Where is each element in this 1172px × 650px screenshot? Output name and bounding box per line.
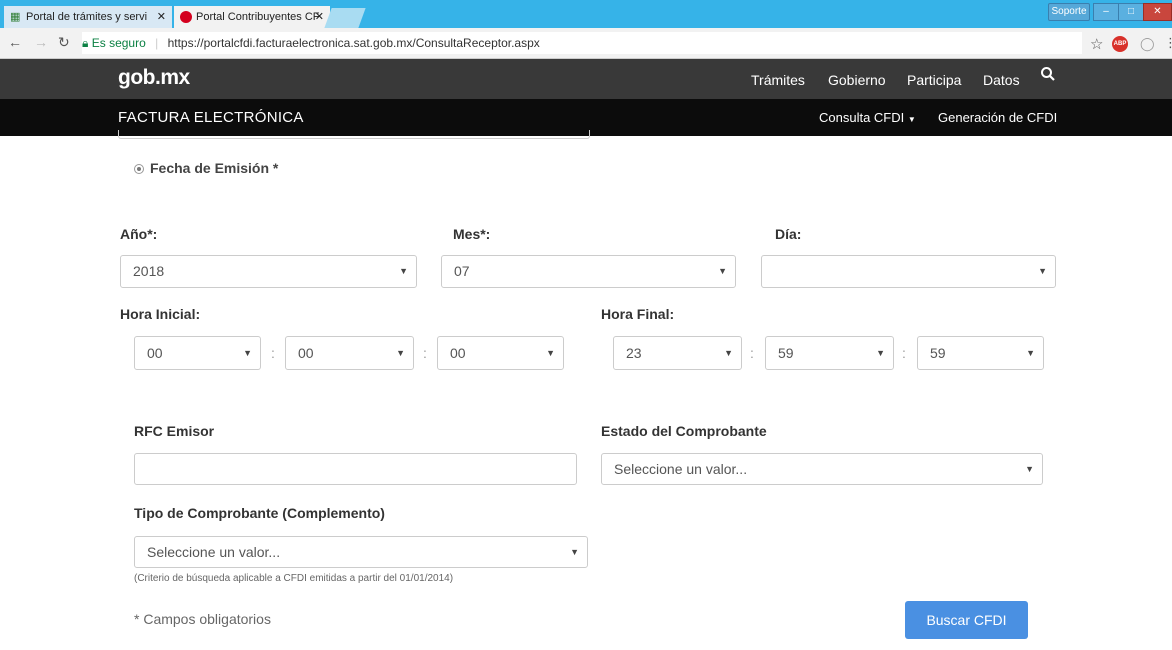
tab-title: Portal de trámites y servi bbox=[26, 11, 148, 23]
menu-icon[interactable]: ⋮ bbox=[1164, 35, 1172, 51]
dropdown-caret-icon: ▼ bbox=[1025, 464, 1034, 474]
hora-final-hh-select[interactable]: 23 ▼ bbox=[613, 336, 742, 370]
nav-tramites[interactable]: Trámites bbox=[751, 72, 805, 88]
nav-consulta-label: Consulta CFDI bbox=[819, 110, 905, 125]
hora-inicial-ss-select[interactable]: 00 ▼ bbox=[437, 336, 564, 370]
hora-inicial-hh-select[interactable]: 00 ▼ bbox=[134, 336, 261, 370]
caret-down-icon: ▼ bbox=[907, 115, 916, 124]
tab-favicon-icon: ▦ bbox=[10, 11, 21, 23]
minimize-button[interactable]: – bbox=[1093, 3, 1119, 21]
time-separator: : bbox=[902, 345, 906, 361]
dropdown-caret-icon: ▼ bbox=[718, 266, 727, 276]
lock-icon: 🔒︎ bbox=[82, 36, 89, 50]
tipo-comprobante-select[interactable]: Seleccione un valor... ▼ bbox=[134, 536, 588, 568]
previous-field-edge bbox=[118, 130, 590, 139]
mes-label: Mes*: bbox=[453, 226, 491, 242]
tab-close-icon[interactable]: ✕ bbox=[157, 6, 166, 28]
required-fields-note: * Campos obligatorios bbox=[134, 611, 271, 627]
dropdown-caret-icon: ▼ bbox=[243, 348, 252, 358]
anio-label: Año*: bbox=[120, 226, 158, 242]
dropdown-caret-icon: ▼ bbox=[546, 348, 555, 358]
fecha-emision-label: Fecha de Emisión * bbox=[150, 160, 279, 176]
hora-final-mm-select[interactable]: 59 ▼ bbox=[765, 336, 894, 370]
soporte-button[interactable]: Soporte bbox=[1048, 3, 1090, 21]
bookmark-star-icon[interactable]: ☆ bbox=[1090, 35, 1103, 53]
hora-inicial-mm-value: 00 bbox=[298, 345, 314, 361]
tab-favicon-icon bbox=[180, 11, 192, 23]
dia-select[interactable]: ▼ bbox=[761, 255, 1056, 288]
tab-title: Portal Contribuyentes CF bbox=[196, 11, 320, 23]
gob-logo[interactable]: gob.mx bbox=[118, 66, 190, 90]
hora-inicial-mm-select[interactable]: 00 ▼ bbox=[285, 336, 414, 370]
tipo-select-value: Seleccione un valor... bbox=[147, 544, 281, 560]
dropdown-caret-icon: ▼ bbox=[1026, 348, 1035, 358]
nav-datos[interactable]: Datos bbox=[983, 72, 1020, 88]
url-field[interactable]: 🔒︎ Es seguro | https://portalcfdi.factur… bbox=[82, 32, 1082, 54]
hora-final-mm-value: 59 bbox=[778, 345, 794, 361]
nav-gobierno[interactable]: Gobierno bbox=[828, 72, 886, 88]
dropdown-caret-icon: ▼ bbox=[396, 348, 405, 358]
search-icon[interactable] bbox=[1040, 66, 1056, 87]
secure-label: Es seguro bbox=[91, 36, 146, 50]
maximize-button[interactable]: □ bbox=[1118, 3, 1144, 21]
mes-select-value: 07 bbox=[454, 263, 470, 279]
nav-generacion-cfdi[interactable]: Generación de CFDI bbox=[938, 110, 1057, 125]
hora-final-ss-value: 59 bbox=[930, 345, 946, 361]
anio-select[interactable]: 2018 ▼ bbox=[120, 255, 417, 288]
dropdown-caret-icon: ▼ bbox=[399, 266, 408, 276]
estado-comprobante-select[interactable]: Seleccione un valor... ▼ bbox=[601, 453, 1043, 485]
nav-participa[interactable]: Participa bbox=[907, 72, 961, 88]
dropdown-caret-icon: ▼ bbox=[876, 348, 885, 358]
dropdown-caret-icon: ▼ bbox=[570, 547, 579, 557]
time-separator: : bbox=[271, 345, 275, 361]
new-tab-button[interactable] bbox=[324, 8, 366, 28]
adblock-icon[interactable]: ABP bbox=[1112, 36, 1128, 52]
url-text: https://portalcfdi.facturaelectronica.sa… bbox=[167, 36, 540, 50]
forward-icon[interactable]: → bbox=[34, 34, 48, 50]
browser-tab-tramites[interactable]: ▦ Portal de trámites y servi ✕ bbox=[4, 6, 172, 28]
back-icon[interactable]: ← bbox=[8, 34, 22, 50]
tipo-comprobante-label: Tipo de Comprobante (Complemento) bbox=[134, 505, 385, 521]
tab-close-icon[interactable]: ✕ bbox=[315, 6, 324, 28]
hora-inicial-label: Hora Inicial: bbox=[120, 306, 201, 322]
time-separator: : bbox=[750, 345, 754, 361]
time-separator: : bbox=[423, 345, 427, 361]
hora-inicial-hh-value: 00 bbox=[147, 345, 163, 361]
hora-final-ss-select[interactable]: 59 ▼ bbox=[917, 336, 1044, 370]
hora-inicial-ss-value: 00 bbox=[450, 345, 466, 361]
hora-final-hh-value: 23 bbox=[626, 345, 642, 361]
estado-comprobante-label: Estado del Comprobante bbox=[601, 423, 767, 439]
hora-final-label: Hora Final: bbox=[601, 306, 675, 322]
url-separator: | bbox=[155, 36, 159, 50]
rfc-emisor-label: RFC Emisor bbox=[134, 423, 215, 439]
site-title[interactable]: FACTURA ELECTRÓNICA bbox=[118, 109, 304, 126]
dropdown-caret-icon: ▼ bbox=[1038, 266, 1047, 276]
rfc-emisor-input[interactable] bbox=[134, 453, 577, 485]
mes-select[interactable]: 07 ▼ bbox=[441, 255, 736, 288]
buscar-cfdi-button[interactable]: Buscar CFDI bbox=[905, 601, 1028, 639]
estado-select-value: Seleccione un valor... bbox=[614, 461, 748, 477]
dropdown-caret-icon: ▼ bbox=[724, 348, 733, 358]
nav-consulta-cfdi[interactable]: Consulta CFDI ▼ bbox=[819, 110, 916, 125]
anio-select-value: 2018 bbox=[133, 263, 165, 279]
tipo-comprobante-note: (Criterio de búsqueda aplicable a CFDI e… bbox=[134, 573, 454, 584]
browser-tab-portal[interactable]: Portal Contribuyentes CF ✕ bbox=[174, 6, 330, 28]
dia-label: Día: bbox=[775, 226, 802, 242]
extension-icon[interactable]: ◯ bbox=[1140, 36, 1155, 52]
fecha-emision-radio[interactable] bbox=[134, 164, 144, 174]
close-window-button[interactable]: ✕ bbox=[1143, 3, 1172, 21]
reload-icon[interactable]: ↻ bbox=[58, 34, 70, 51]
